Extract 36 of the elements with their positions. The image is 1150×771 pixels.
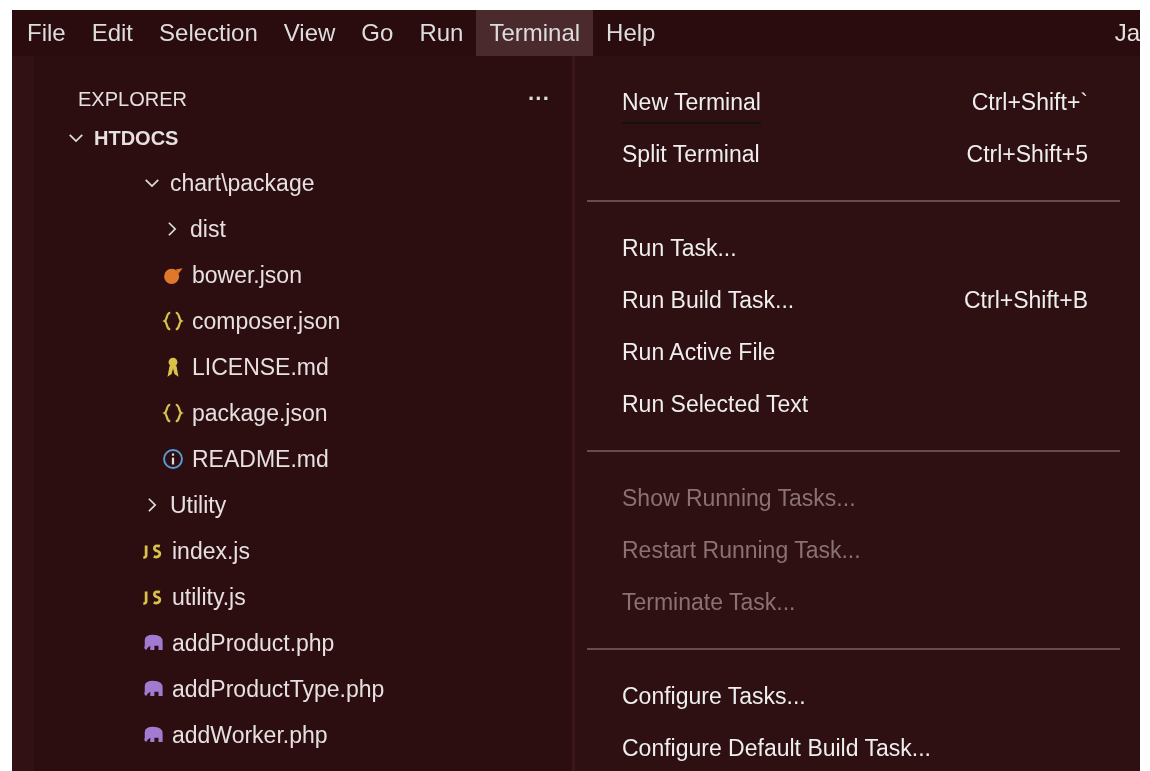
tree-entry-name[interactable]: utility.js <box>172 583 246 611</box>
tree-entry-name[interactable]: package.json <box>192 399 328 427</box>
menu-item[interactable]: Run Task... <box>575 222 1140 274</box>
window-title: Ja <box>1114 19 1140 47</box>
menu-bar-item[interactable]: Help <box>593 10 669 56</box>
explorer-title: EXPLORER <box>78 87 187 111</box>
menu-item[interactable]: Split Terminal Ctrl+Shift+5 <box>575 128 1140 180</box>
menu-item[interactable]: Run Active File <box>575 326 1140 378</box>
tree-entry-name[interactable]: index.js <box>172 537 250 565</box>
menu-bar-item[interactable]: View <box>270 10 349 56</box>
workspace-folder[interactable]: HTDOCS <box>94 126 179 150</box>
menu-item[interactable]: Run Selected Text <box>575 378 1140 430</box>
folder-name[interactable]: Utility <box>170 491 227 519</box>
folder-name[interactable]: dist <box>190 215 226 243</box>
menu-bar-item[interactable]: Run <box>406 10 477 56</box>
tree-entry-name[interactable]: README.md <box>192 445 329 473</box>
braces-icon <box>162 310 184 332</box>
menu-item[interactable]: Run Build Task... Ctrl+Shift+B <box>575 274 1140 326</box>
folder-name[interactable]: chart\package <box>170 169 315 197</box>
menu-bar-item[interactable]: File <box>14 10 79 56</box>
tree-entry-name[interactable]: composer.json <box>192 307 341 335</box>
menu-item[interactable]: Configure Default Build Task... <box>575 722 1140 771</box>
menu-bar-item[interactable]: Go <box>348 10 407 56</box>
more-actions-button[interactable]: ··· <box>528 86 550 112</box>
menu-item[interactable]: Configure Tasks... <box>575 670 1140 722</box>
tree-entry-name[interactable]: LICENSE.md <box>192 353 329 381</box>
menu-bar-item[interactable]: Terminal <box>476 10 594 56</box>
menu-bar-item[interactable]: Selection <box>146 10 271 56</box>
tree-entry-name[interactable]: addProductType.php <box>172 675 385 703</box>
tree-entry-name[interactable]: addProduct.php <box>172 629 335 657</box>
braces-icon <box>162 402 184 424</box>
tree-entry-name[interactable]: bower.json <box>192 261 302 289</box>
menu-bar-item[interactable]: Edit <box>78 10 147 56</box>
menu-item[interactable]: New Terminal Ctrl+Shift+` <box>575 76 1140 128</box>
info-icon <box>162 448 184 470</box>
tree-entry-name[interactable]: addWorker.php <box>172 721 328 749</box>
